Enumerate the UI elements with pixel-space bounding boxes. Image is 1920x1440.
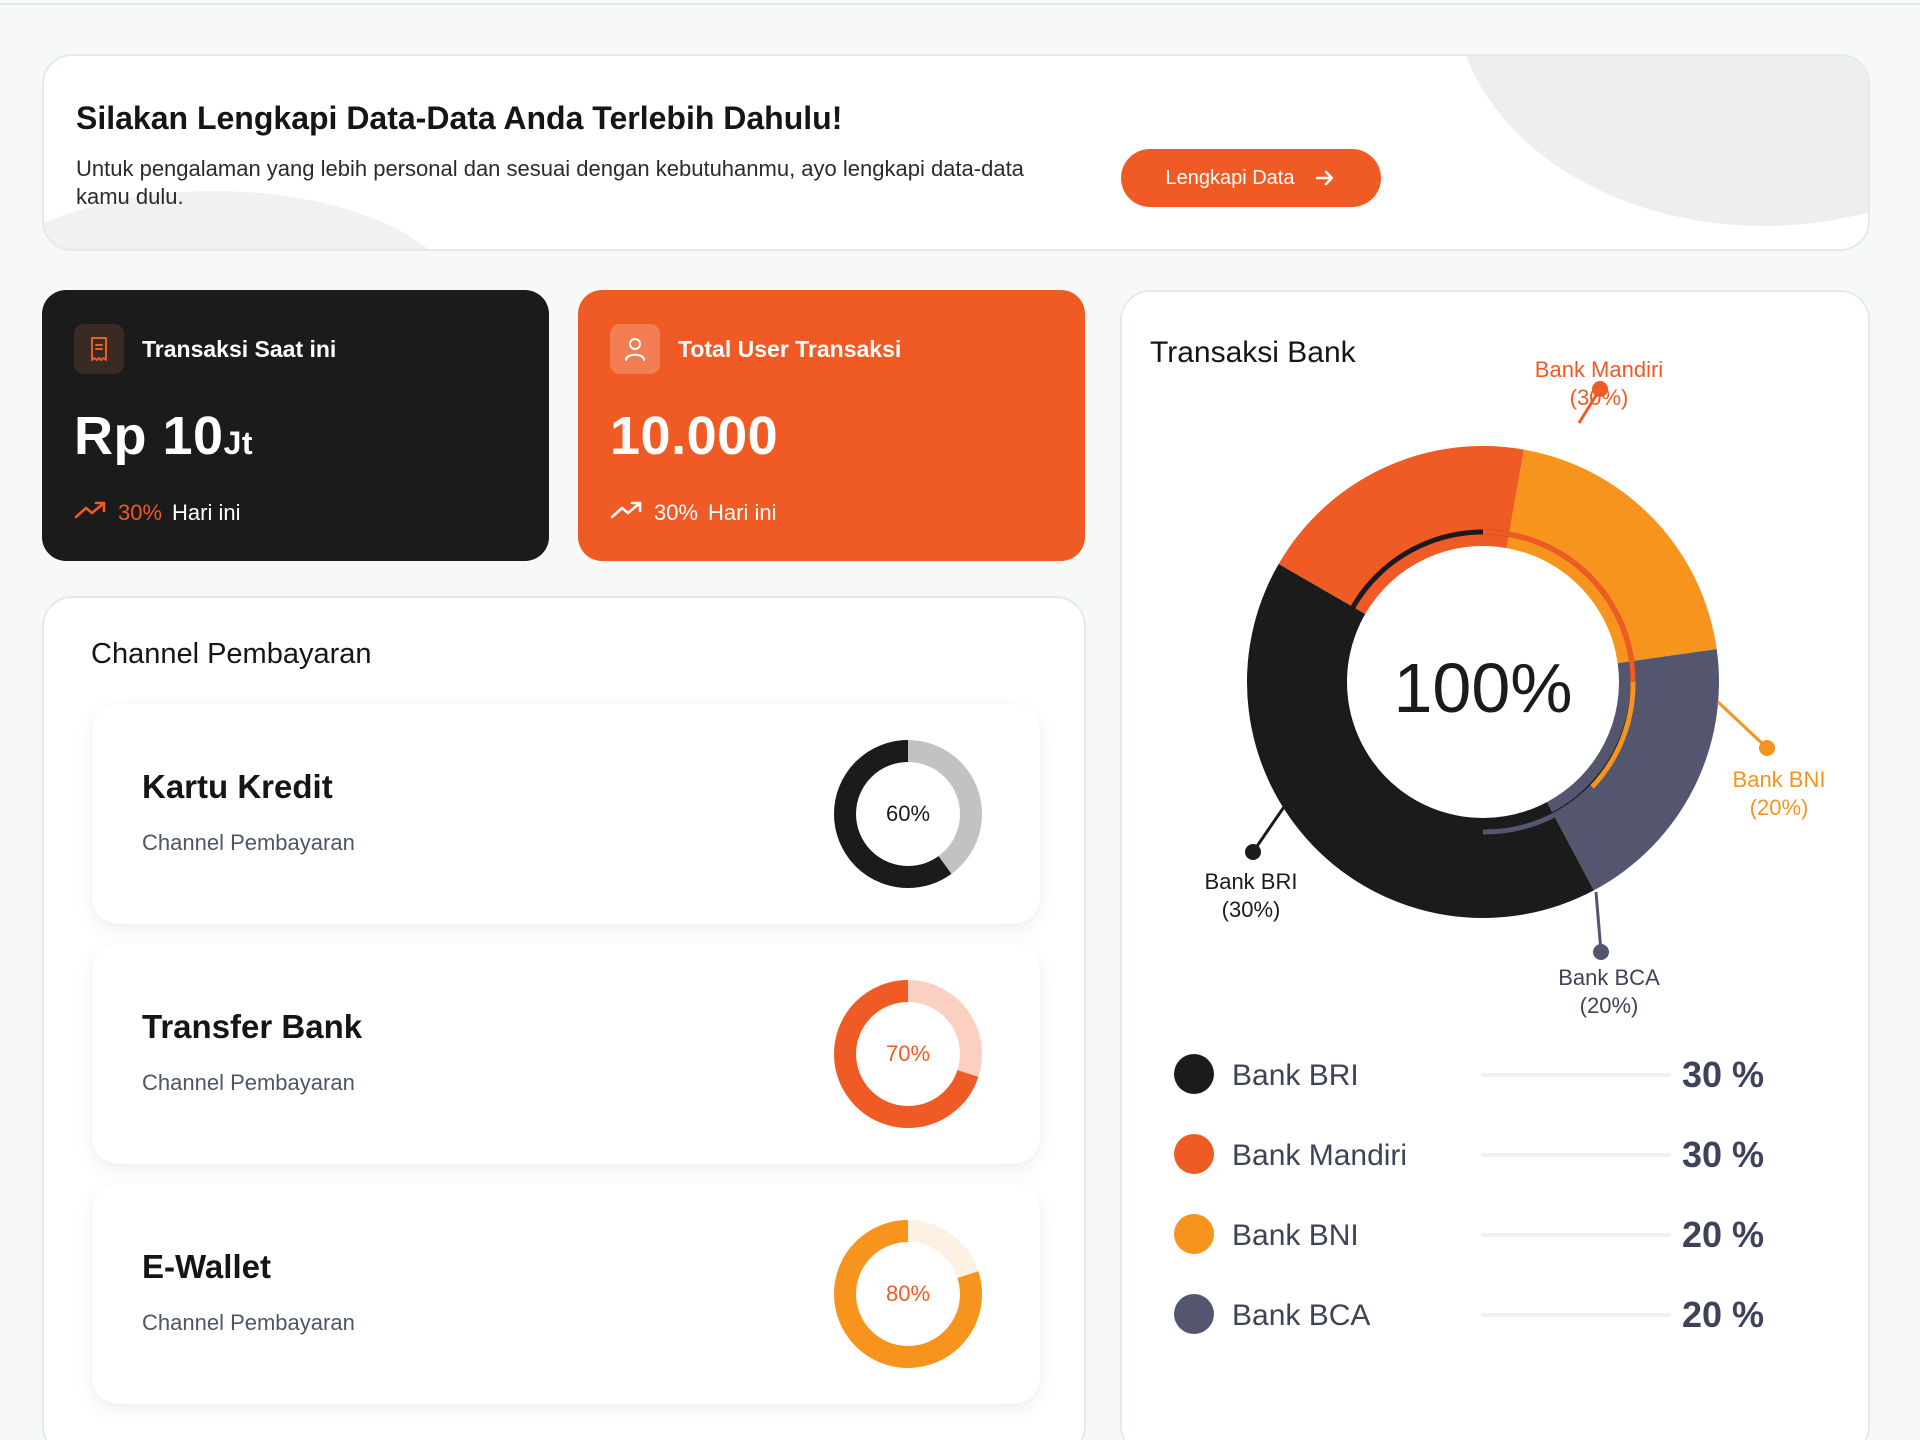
- receipt-icon: [74, 324, 124, 374]
- donut-segment-bank-bri[interactable]: [1247, 564, 1594, 918]
- channel-card-bank-transfer[interactable]: Transfer Bank Channel Pembayaran 70%: [92, 944, 1040, 1164]
- legend-name: Bank BNI: [1232, 1219, 1359, 1252]
- legend-item-mandiri: Bank Mandiri 30 %: [1174, 1132, 1814, 1176]
- legend-value: 30 %: [1681, 1054, 1764, 1095]
- banner-text: Untuk pengalaman yang lebih personal dan…: [76, 156, 1024, 209]
- legend-name: Bank Mandiri: [1232, 1139, 1408, 1172]
- stat-trend: 30% Hari ini: [74, 500, 241, 526]
- leader-dot-bni: [1759, 740, 1775, 756]
- legend-item-bca: Bank BCA 20 %: [1174, 1292, 1814, 1336]
- trend-percent: 30%: [654, 500, 699, 525]
- trend-label: Hari ini: [172, 500, 241, 525]
- legend-item-bri: Bank BRI 30 %: [1174, 1052, 1814, 1096]
- callout-name: Bank Mandiri: [1534, 357, 1664, 382]
- stat-trend: 30% Hari ini: [610, 500, 777, 526]
- bank-center-label: 100%: [1393, 649, 1572, 727]
- leader-dot-bri: [1245, 844, 1261, 860]
- channel-panel-title: Channel Pembayaran: [91, 638, 372, 670]
- legend-value: 30 %: [1681, 1134, 1764, 1175]
- channel-percent: 60%: [885, 801, 931, 826]
- legend-value: 20 %: [1681, 1214, 1764, 1255]
- callout-name: Bank BCA: [1558, 965, 1660, 990]
- trend-percent: 30%: [118, 500, 163, 525]
- channel-percent: 70%: [885, 1041, 931, 1066]
- stat-value: 10.000: [610, 406, 779, 466]
- channel-name: Kartu Kredit: [142, 768, 333, 805]
- callout-percent: (20%): [1749, 795, 1809, 820]
- channel-subtitle: Channel Pembayaran: [142, 830, 355, 855]
- top-divider: [0, 0, 1920, 5]
- callout-bank-bca: Bank BCA (20%): [1549, 964, 1669, 1020]
- donut-segment-bank-bni[interactable]: [1506, 449, 1717, 664]
- legend-name: Bank BRI: [1232, 1059, 1359, 1092]
- callout-bank-bni: Bank BNI (20%): [1715, 766, 1843, 822]
- channel-card-credit-card[interactable]: Kartu Kredit Channel Pembayaran 60%: [92, 704, 1040, 924]
- channel-name: Transfer Bank: [142, 1008, 363, 1045]
- legend-dot: [1174, 1294, 1214, 1334]
- complete-data-button[interactable]: Lengkapi Data: [1121, 149, 1381, 207]
- legend-name: Bank BCA: [1232, 1299, 1371, 1332]
- leader-line-bni: [1716, 700, 1769, 750]
- channel-subtitle: Channel Pembayaran: [142, 1070, 355, 1095]
- legend-dot: [1174, 1054, 1214, 1094]
- stat-label: Transaksi Saat ini: [142, 336, 337, 362]
- leader-line-bca: [1594, 891, 1603, 953]
- complete-data-button-label: Lengkapi Data: [1165, 166, 1295, 189]
- payment-channel-panel: Channel Pembayaran Kartu Kredit Channel …: [42, 596, 1086, 1440]
- stat-card-current-transactions: Transaksi Saat ini Rp 10Jt 30% Hari ini: [42, 290, 549, 561]
- channel-subtitle: Channel Pembayaran: [142, 1310, 355, 1335]
- channel-donut: 70%: [832, 978, 984, 1130]
- bank-transactions-panel: Transaksi Bank 100% Bank Mandiri (30%) B…: [1120, 290, 1870, 1440]
- callout-percent: (20%): [1579, 993, 1639, 1018]
- channel-donut: 80%: [832, 1218, 984, 1370]
- callout-percent: (30%): [1569, 385, 1629, 410]
- channel-donut: 60%: [832, 738, 984, 890]
- callout-name: Bank BNI: [1732, 767, 1826, 792]
- user-icon: [610, 324, 660, 374]
- legend-dot: [1174, 1134, 1214, 1174]
- stat-card-total-users: Total User Transaksi 10.000 30% Hari ini: [578, 290, 1085, 561]
- legend-divider: [1481, 1313, 1671, 1317]
- callout-bank-mandiri: Bank Mandiri (30%): [1519, 356, 1679, 412]
- trend-up-icon: [74, 500, 108, 526]
- legend-item-bni: Bank BNI 20 %: [1174, 1212, 1814, 1256]
- legend-divider: [1481, 1233, 1671, 1237]
- trend-up-icon: [610, 500, 644, 526]
- callout-bank-bri: Bank BRI (30%): [1191, 868, 1311, 924]
- channel-name: E-Wallet: [142, 1248, 271, 1285]
- banner-title: Silakan Lengkapi Data-Data Anda Terlebih…: [76, 100, 843, 136]
- banner-decoration: [1454, 56, 1868, 226]
- stat-value: Rp 10Jt: [74, 406, 254, 466]
- legend-dot: [1174, 1214, 1214, 1254]
- channel-card-e-wallet[interactable]: E-Wallet Channel Pembayaran 80%: [92, 1184, 1040, 1404]
- stat-unit: Jt: [223, 425, 254, 461]
- complete-profile-banner: Silakan Lengkapi Data-Data Anda Terlebih…: [42, 54, 1870, 251]
- callout-percent: (30%): [1221, 897, 1281, 922]
- legend-value: 20 %: [1681, 1294, 1764, 1335]
- legend-divider: [1481, 1153, 1671, 1157]
- arrow-right-icon: [1314, 167, 1336, 189]
- channel-percent: 80%: [885, 1281, 931, 1306]
- trend-label: Hari ini: [708, 500, 777, 525]
- bank-donut-chart: 100%: [1245, 381, 1775, 960]
- stat-label: Total User Transaksi: [678, 336, 902, 362]
- legend-divider: [1481, 1073, 1671, 1077]
- leader-dot-bca: [1593, 944, 1609, 960]
- callout-name: Bank BRI: [1204, 869, 1298, 894]
- leader-line-bri: [1251, 803, 1288, 853]
